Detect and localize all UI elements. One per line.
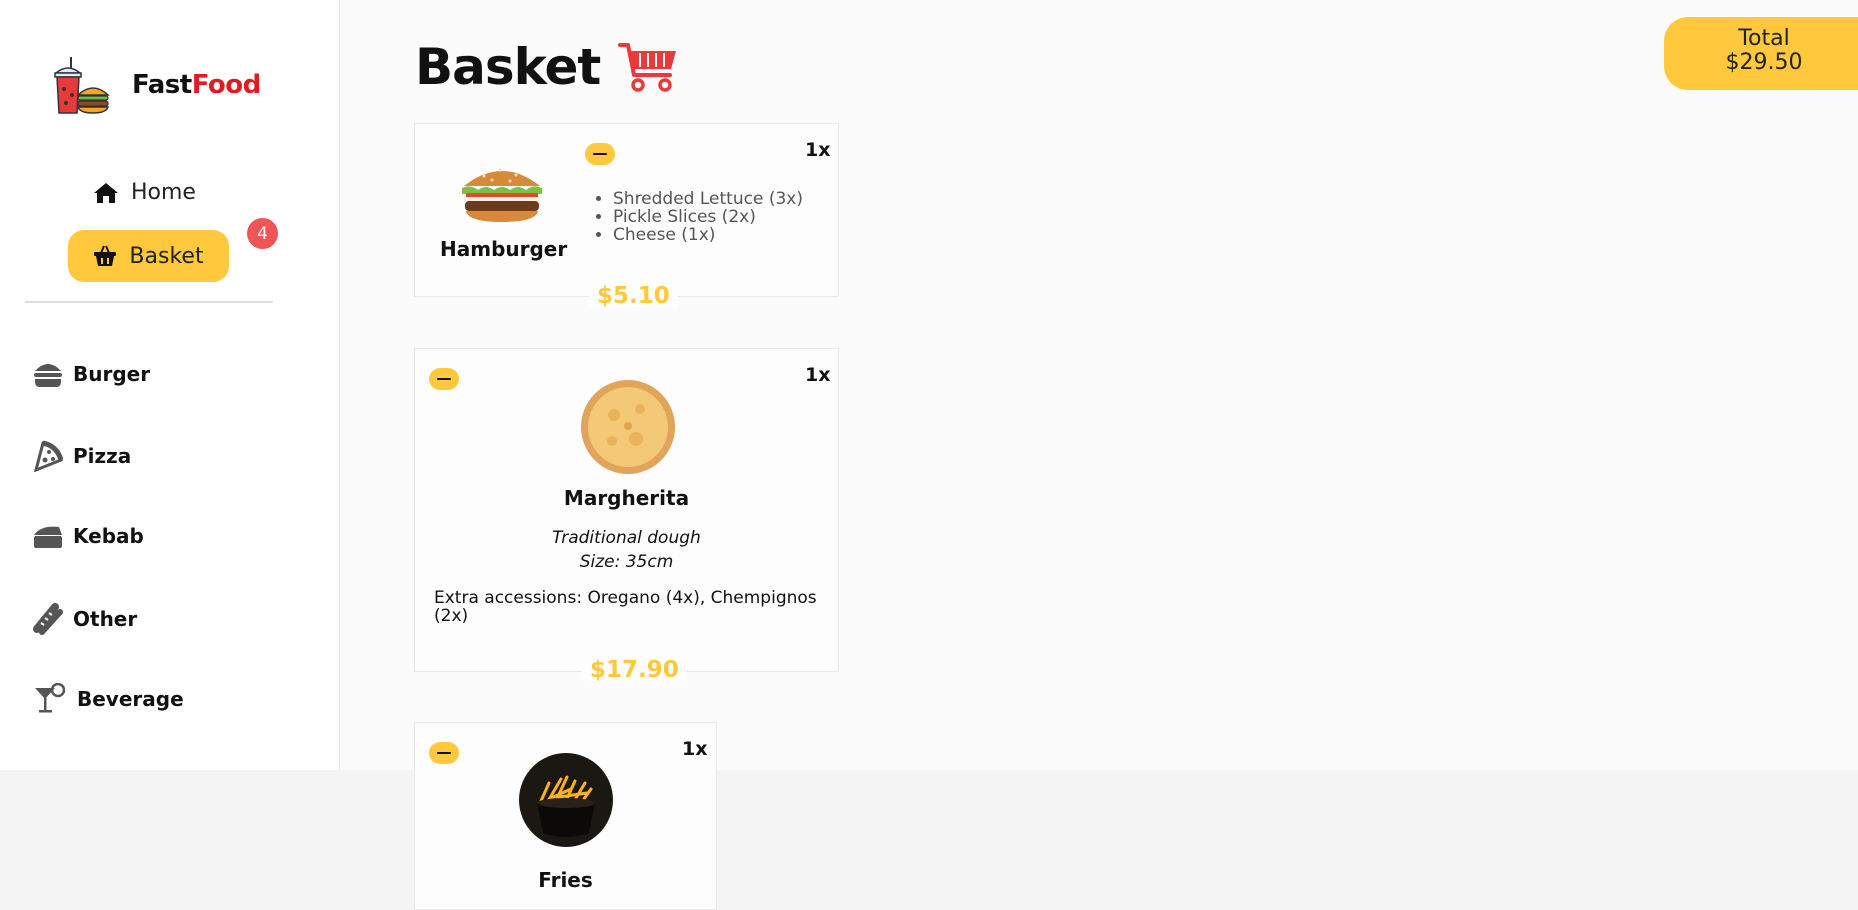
- nav-basket-label: Basket: [129, 243, 204, 269]
- nav-home[interactable]: Home: [93, 180, 196, 205]
- extra-accessions: Extra accessions: Oregano (4x), Chempign…: [434, 588, 817, 626]
- item-name: Fries: [538, 868, 593, 892]
- sidebar-item-label: Kebab: [73, 524, 144, 548]
- sidebar-item-pizza[interactable]: Pizza: [33, 440, 131, 472]
- remove-item-button[interactable]: [585, 143, 615, 165]
- sidebar-item-label: Burger: [73, 362, 151, 386]
- basket-icon: [94, 245, 117, 266]
- item-name: Hamburger: [440, 237, 568, 261]
- item-price: $17.90: [582, 657, 687, 683]
- sidebar-item-label: Beverage: [77, 687, 184, 711]
- sidebar-divider: [25, 301, 273, 303]
- minus-icon: [437, 751, 451, 755]
- cocktail-icon: [35, 683, 66, 713]
- pizza-slice-icon: [33, 440, 63, 472]
- brand-name: FastFood: [132, 70, 261, 100]
- topping-item: Cheese (1x): [613, 226, 803, 244]
- sidebar-item-label: Pizza: [73, 444, 132, 468]
- fries-image: [519, 753, 613, 847]
- minus-icon: [593, 152, 607, 156]
- burger-icon: [34, 364, 62, 387]
- brand-name-food: Food: [191, 70, 262, 100]
- minus-icon: [437, 377, 451, 381]
- home-icon: [94, 182, 118, 203]
- shopping-cart-icon: [618, 43, 677, 92]
- sidebar-item-label: Other: [73, 607, 138, 631]
- topping-item: Shredded Lettuce (3x): [613, 190, 803, 208]
- total-label: Total: [1738, 26, 1790, 51]
- basket-count-badge: 4: [247, 218, 278, 249]
- item-quantity: 1x: [805, 139, 831, 161]
- pizza-image: [581, 380, 675, 474]
- hotdog-icon: [33, 603, 63, 635]
- kebab-icon: [34, 526, 62, 548]
- pizza-size: Size: 35cm: [579, 552, 674, 572]
- fastfood-logo-icon: [53, 57, 110, 114]
- page-title: Basket: [415, 38, 680, 96]
- sidebar-item-burger[interactable]: Burger: [33, 360, 150, 388]
- sidebar-item-beverage[interactable]: Beverage: [33, 683, 184, 715]
- item-name: Margherita: [563, 486, 690, 510]
- item-quantity: 1x: [805, 364, 831, 386]
- remove-item-button[interactable]: [429, 368, 459, 390]
- basket-total: Total $29.50: [1664, 17, 1858, 90]
- nav-basket[interactable]: Basket: [68, 230, 229, 282]
- sidebar-item-other[interactable]: Other: [33, 603, 137, 635]
- remove-item-button[interactable]: [429, 742, 459, 764]
- item-price: $5.10: [589, 283, 678, 309]
- topping-item: Pickle Slices (2x): [613, 208, 803, 226]
- page-title-text: Basket: [415, 38, 601, 96]
- total-value: $29.50: [1725, 50, 1803, 75]
- item-quantity: 1x: [682, 738, 708, 760]
- nav-home-label: Home: [131, 180, 196, 205]
- brand-name-fast: Fast: [132, 70, 192, 100]
- brand-logo[interactable]: FastFood: [50, 55, 261, 115]
- sidebar: FastFood Home Basket 4 Burger Pizza Keba…: [0, 0, 340, 770]
- bottom-strip: [0, 770, 1858, 910]
- dough-type: Traditional dough: [552, 528, 701, 548]
- hamburger-image: [462, 168, 542, 222]
- toppings-list: Shredded Lettuce (3x) Pickle Slices (2x)…: [613, 190, 803, 244]
- sidebar-item-kebab[interactable]: Kebab: [33, 523, 144, 549]
